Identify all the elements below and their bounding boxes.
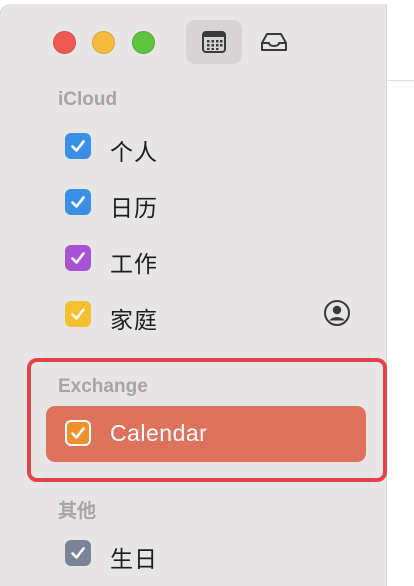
calendar-checkbox[interactable] — [65, 245, 91, 271]
calendar-row-birthdays[interactable]: 生日 — [0, 532, 387, 576]
toolbar-divider — [388, 80, 414, 81]
calendar-row-personal[interactable]: 个人 — [0, 125, 387, 169]
calendar-row-family[interactable]: 家庭 — [0, 293, 387, 337]
checkmark-icon — [71, 308, 85, 320]
calendar-checkbox[interactable] — [65, 540, 91, 566]
calendar-name: 工作 — [110, 251, 158, 277]
checkmark-icon — [71, 547, 85, 559]
annotation-highlight-box — [27, 358, 387, 482]
calendar-row-calendar[interactable]: 日历 — [0, 181, 387, 225]
calendar-checkbox[interactable] — [65, 301, 91, 327]
calendar-checkbox[interactable] — [65, 189, 91, 215]
person-circle-icon[interactable] — [323, 299, 351, 327]
calendar-name: 个人 — [110, 139, 158, 165]
close-window-button[interactable] — [53, 31, 76, 54]
calendar-name: 生日 — [110, 546, 158, 572]
calendar-checkbox[interactable] — [65, 133, 91, 159]
calendar-name: 日历 — [110, 195, 158, 221]
group-header-other: 其他 — [58, 501, 97, 522]
inbox-icon — [261, 33, 287, 51]
zoom-window-button[interactable] — [132, 31, 155, 54]
checkmark-icon — [71, 140, 85, 152]
checkmark-icon — [71, 252, 85, 264]
calendar-name: 家庭 — [110, 307, 158, 333]
calendar-list-button[interactable] — [186, 20, 242, 64]
main-pane — [388, 0, 414, 586]
checkmark-icon — [71, 196, 85, 208]
group-header-icloud: iCloud — [58, 89, 118, 110]
inbox-button[interactable] — [246, 20, 302, 64]
calendar-icon — [202, 31, 226, 53]
calendar-row-work[interactable]: 工作 — [0, 237, 387, 281]
minimize-window-button[interactable] — [92, 31, 115, 54]
